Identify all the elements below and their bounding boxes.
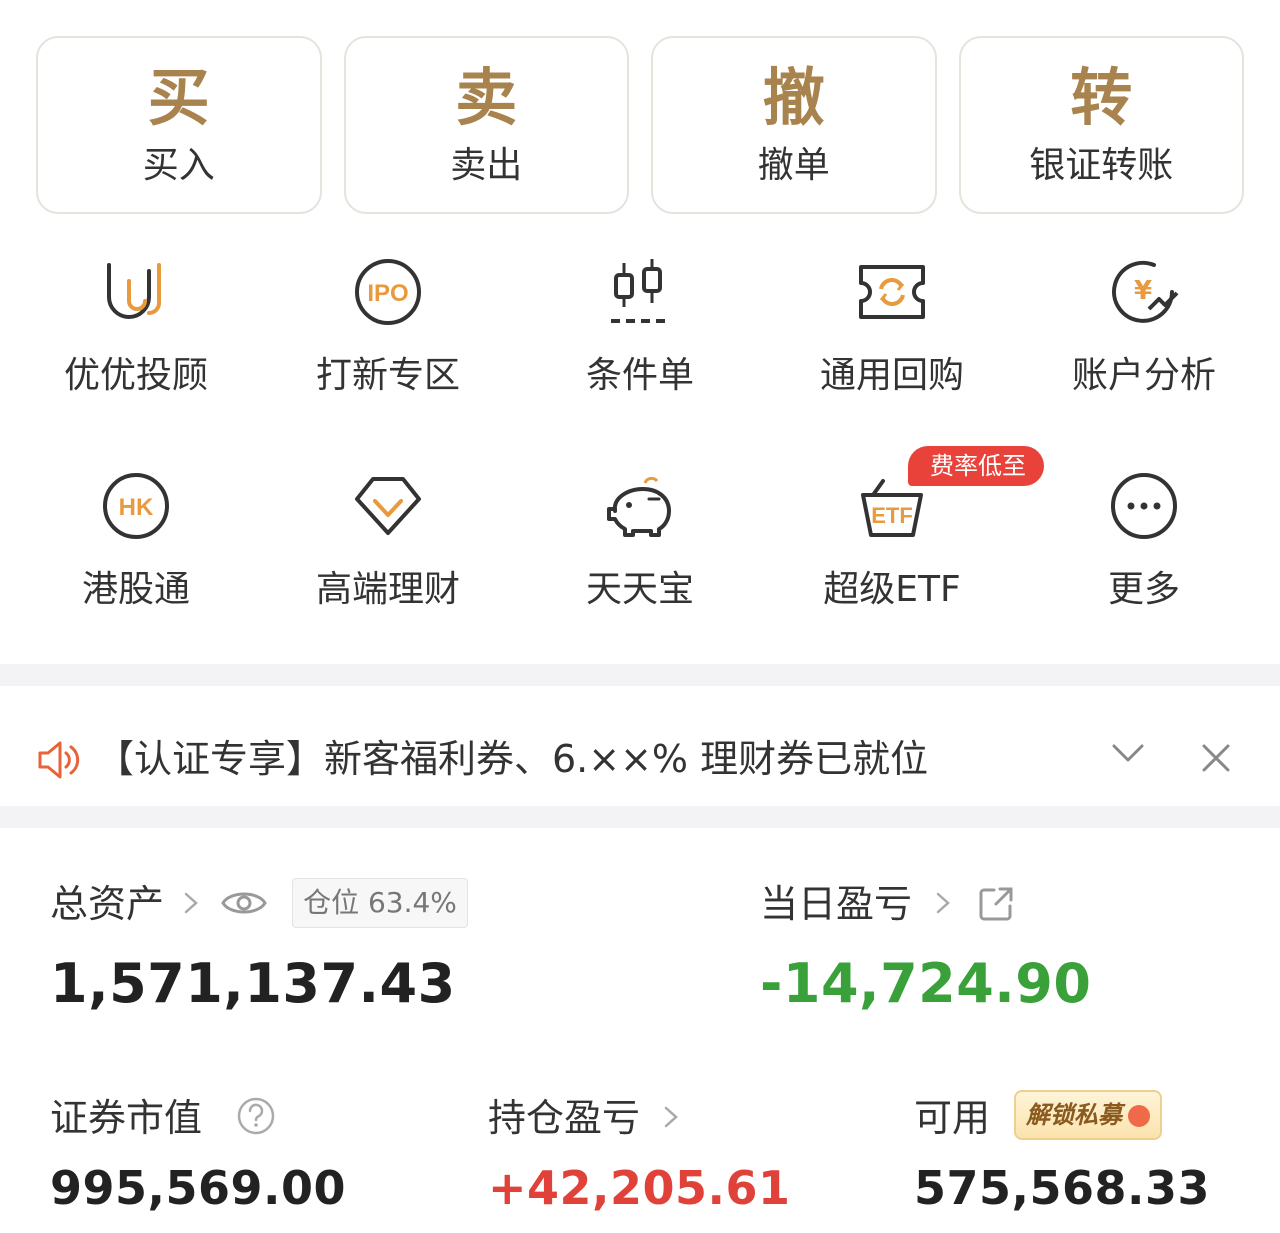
general-repo-label: 通用回购 <box>819 355 964 396</box>
transfer-label: 银证转账 <box>1029 145 1174 186</box>
buy-glyph: 买 <box>147 61 210 134</box>
securities-value-label: 证券市值 <box>50 1096 203 1140</box>
cancel-glyph: 撤 <box>762 61 825 134</box>
cancel-order-button[interactable]: 撤 撤单 <box>651 36 937 214</box>
position-ratio-pill: 仓位 63.4% <box>292 878 468 928</box>
hk-icon: HK <box>96 466 176 546</box>
unlock-private-fund-label: 解锁私募 <box>1026 1101 1122 1129</box>
super-etf-label: 超级ETF <box>823 569 961 610</box>
available-value: 575,568.33 <box>914 1161 1211 1215</box>
cancel-label: 撤单 <box>757 145 830 186</box>
more-entry[interactable]: 更多 <box>1018 466 1270 612</box>
more-icon <box>1104 466 1184 546</box>
ipo-icon: IPO <box>348 252 428 332</box>
general-repo-entry[interactable]: 通用回购 <box>766 252 1018 398</box>
verified-badge-icon <box>1128 1105 1150 1127</box>
conditional-order-entry[interactable]: 条件单 <box>514 252 766 398</box>
repo-ticket-icon <box>852 252 932 332</box>
feature-grid-row-2: HK 港股通 高端理财 天天宝 ETF 费率低至 超级ETF 更多 <box>10 446 1270 612</box>
help-icon[interactable] <box>236 1096 276 1140</box>
account-analysis-entry[interactable]: ¥ 账户分析 <box>1018 252 1270 398</box>
tiantianbao-entry[interactable]: 天天宝 <box>514 466 766 612</box>
trade-button-row: 买 买入 卖 卖出 撤 撤单 转 银证转账 <box>36 36 1244 214</box>
chevron-right-icon[interactable] <box>660 1104 682 1134</box>
eye-icon[interactable] <box>220 884 268 926</box>
diamond-icon <box>348 466 428 546</box>
conditional-order-label: 条件单 <box>585 355 694 396</box>
unlock-private-fund-button[interactable]: 解锁私募 <box>1014 1090 1162 1140</box>
transfer-glyph: 转 <box>1070 61 1133 134</box>
speaker-icon <box>36 738 80 786</box>
tiantianbao-label: 天天宝 <box>585 569 694 610</box>
available-label: 可用 <box>914 1096 991 1140</box>
premium-wealth-entry[interactable]: 高端理财 <box>262 466 514 612</box>
feature-grid-row-1: 优优投顾 IPO 打新专区 条件单 通用回购 ¥ 账户分析 <box>10 252 1270 398</box>
section-divider <box>0 664 1280 686</box>
sell-button[interactable]: 卖 卖出 <box>343 36 629 214</box>
notice-text[interactable]: 【认证专享】新客福利券、6.××% 理财券已就位 <box>96 734 928 784</box>
daily-pl-value: -14,724.90 <box>760 952 1092 1015</box>
yen-chart-icon: ¥ <box>1104 252 1184 332</box>
more-label: 更多 <box>1107 569 1180 610</box>
sell-glyph: 卖 <box>455 61 518 134</box>
super-etf-entry[interactable]: ETF 费率低至 超级ETF <box>766 446 1044 612</box>
etf-icon-text: ETF <box>871 503 913 528</box>
account-analysis-label: 账户分析 <box>1071 355 1216 396</box>
holding-pl-label[interactable]: 持仓盈亏 <box>488 1094 640 1142</box>
share-icon[interactable] <box>976 884 1016 928</box>
chevron-down-icon[interactable] <box>1108 734 1148 778</box>
hk-connect-entry[interactable]: HK 港股通 <box>10 466 262 612</box>
buy-label: 买入 <box>142 145 215 186</box>
buy-button[interactable]: 买 买入 <box>36 36 322 214</box>
chevron-right-icon[interactable] <box>932 890 954 920</box>
notice-bar[interactable]: 【认证专享】新客福利券、6.××% 理财券已就位 <box>0 716 1280 806</box>
chevron-right-icon[interactable] <box>180 890 202 920</box>
total-assets-value: 1,571,137.43 <box>50 952 456 1015</box>
ipo-zone-label: 打新专区 <box>315 355 460 396</box>
youyou-advisor-label: 优优投顾 <box>63 355 208 396</box>
ipo-icon-text: IPO <box>367 280 408 307</box>
holding-pl-value: +42,205.61 <box>488 1161 791 1215</box>
bank-transfer-button[interactable]: 转 银证转账 <box>958 36 1244 214</box>
section-divider <box>0 806 1280 828</box>
piggy-bank-icon <box>600 466 680 546</box>
daily-pl-label[interactable]: 当日盈亏 <box>760 880 912 928</box>
securities-value: 995,569.00 <box>50 1161 347 1215</box>
ipo-zone-entry[interactable]: IPO 打新专区 <box>262 252 514 398</box>
hk-icon-text: HK <box>119 494 154 521</box>
premium-wealth-label: 高端理财 <box>315 569 460 610</box>
youyou-advisor-icon <box>96 252 176 332</box>
total-assets-label[interactable]: 总资产 <box>50 880 164 928</box>
candlestick-icon <box>600 252 680 332</box>
sell-label: 卖出 <box>450 145 523 186</box>
close-icon[interactable] <box>1196 738 1236 782</box>
yen-icon-text: ¥ <box>1134 276 1152 306</box>
hk-connect-label: 港股通 <box>81 569 190 610</box>
youyou-advisor-entry[interactable]: 优优投顾 <box>10 252 262 398</box>
